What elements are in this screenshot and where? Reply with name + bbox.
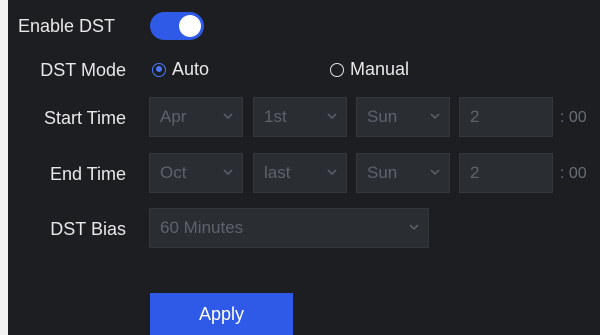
enable-dst-toggle[interactable] <box>150 12 204 40</box>
dst-bias-label: DST Bias <box>50 219 126 239</box>
dst-mode-label: DST Mode <box>40 60 126 80</box>
start-week-select[interactable]: 1st <box>253 97 347 137</box>
end-month-select[interactable]: Oct <box>149 153 243 193</box>
end-week-value: last <box>264 163 291 182</box>
start-day-value: Sun <box>367 107 398 126</box>
dst-bias-value: 60 Minutes <box>160 218 244 237</box>
start-week-value: 1st <box>264 107 287 126</box>
end-day-select[interactable]: Sun <box>356 153 450 193</box>
end-time-label: End Time <box>49 164 126 184</box>
enable-dst-label: Enable DST <box>18 16 116 36</box>
radio-checked-icon <box>152 62 166 77</box>
end-week-select[interactable]: last <box>253 153 347 193</box>
start-day-select[interactable]: Sun <box>356 97 450 137</box>
dst-mode-manual-radio[interactable]: Manual <box>330 59 409 80</box>
end-month-value: Oct <box>160 163 187 182</box>
end-day-value: Sun <box>367 163 398 182</box>
start-minutes-suffix: : 00 <box>560 109 587 126</box>
chevron-down-icon <box>223 113 233 120</box>
chevron-down-icon <box>223 169 233 176</box>
end-hour-input[interactable]: 2 <box>459 153 553 193</box>
chevron-down-icon <box>409 224 419 231</box>
dst-mode-manual-label: Manual <box>350 59 410 79</box>
toggle-knob <box>179 15 201 37</box>
start-hour-value: 2 <box>470 107 480 126</box>
radio-unchecked-icon <box>330 62 344 77</box>
start-hour-input[interactable]: 2 <box>459 97 553 137</box>
start-month-value: Apr <box>160 107 187 126</box>
chevron-down-icon <box>430 113 440 120</box>
dst-mode-auto-label: Auto <box>172 59 210 79</box>
dst-bias-select[interactable]: 60 Minutes <box>149 208 429 248</box>
chevron-down-icon <box>327 113 337 120</box>
start-time-label: Start Time <box>43 108 126 128</box>
start-month-select[interactable]: Apr <box>149 97 243 137</box>
dst-settings-panel: Enable DST DST Mode Auto Manual Start Ti… <box>8 0 600 335</box>
end-minutes-suffix: : 00 <box>560 165 587 182</box>
apply-button[interactable]: Apply <box>150 293 293 335</box>
end-hour-value: 2 <box>470 163 480 182</box>
chevron-down-icon <box>327 169 337 176</box>
dst-mode-auto-radio[interactable]: Auto <box>152 59 209 80</box>
chevron-down-icon <box>430 169 440 176</box>
